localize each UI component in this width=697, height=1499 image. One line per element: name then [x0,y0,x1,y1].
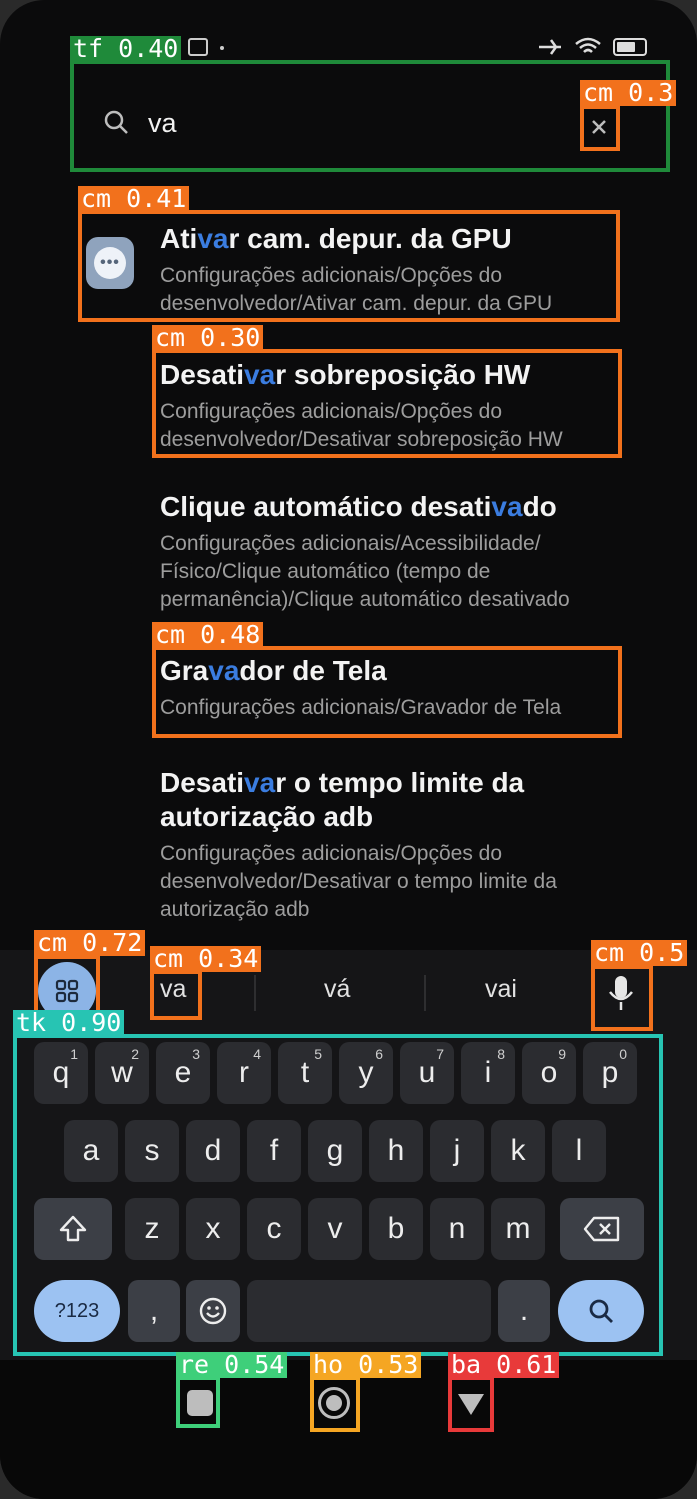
result-path: Configurações adicionais/Gravador de Tel… [160,696,562,719]
result-title: Gravador de Tela [160,655,387,686]
key-h[interactable]: h [369,1120,423,1182]
overlay-label: cm 0.5 [591,940,688,966]
key-g[interactable]: g [308,1120,362,1182]
key-a[interactable]: a [64,1120,118,1182]
key-c[interactable]: c [247,1198,301,1260]
navigation-bar [0,1360,697,1499]
result-title: Desativar o tempo limite da autorização … [160,767,525,832]
key-b[interactable]: b [369,1198,423,1260]
overlay-label: cm 0.48 [152,622,264,648]
more-settings-icon: ••• [86,237,134,289]
key-p[interactable]: p0 [583,1042,637,1104]
wifi-icon [575,37,601,53]
period-key[interactable]: . [498,1280,550,1342]
key-v[interactable]: v [308,1198,362,1260]
overlay-label: cm 0.30 [152,325,264,351]
overlay-label: tf 0.40 [70,36,182,62]
key-d[interactable]: d [186,1120,240,1182]
overlay-label: cm 0.34 [150,946,262,972]
home-icon[interactable] [318,1387,350,1419]
dot-icon [220,46,224,50]
divider [424,975,426,1011]
search-icon [104,110,128,134]
back-icon[interactable] [456,1390,486,1418]
result-path: Configurações adicionais/Opções do desen… [160,264,553,315]
key-t[interactable]: t5 [278,1042,332,1104]
overlay-label: cm 0.41 [78,186,190,212]
search-result[interactable]: Desativar sobreposição HW Configurações … [160,358,630,454]
result-path: Configurações adicionais/Opções do desen… [160,400,563,451]
key-o[interactable]: o9 [522,1042,576,1104]
emoji-key[interactable] [186,1280,240,1342]
keyboard: q1 w2 e3 r4 t5 y6 u7 i8 o9 p0 a s d f g … [0,1032,697,1362]
shift-key[interactable] [34,1198,112,1260]
overlay-label: ho 0.53 [310,1352,422,1378]
recents-icon[interactable] [187,1390,213,1416]
result-path: Configurações adicionais/Opções do desen… [160,842,557,921]
overlay-label: tk 0.90 [13,1010,125,1036]
symbols-key[interactable]: ?123 [34,1280,120,1342]
key-x[interactable]: x [186,1198,240,1260]
search-result[interactable]: Gravador de Tela Configurações adicionai… [160,654,630,722]
search-field[interactable]: va [76,74,662,172]
overlay-label: ba 0.61 [448,1352,560,1378]
battery-icon [613,38,647,56]
backspace-icon [583,1216,620,1242]
result-title: Ativar cam. depur. da GPU [160,223,512,254]
key-z[interactable]: z [125,1198,179,1260]
key-i[interactable]: i8 [461,1042,515,1104]
backspace-key[interactable] [560,1198,644,1260]
key-s[interactable]: s [125,1120,179,1182]
airplane-icon [539,39,561,55]
search-result[interactable]: Ativar cam. depur. da GPU Configurações … [160,222,630,318]
phone-screen: va ••• Ativar cam. depur. da GPU Configu… [0,0,697,1499]
overlay-label: cm 0.3 [580,80,677,106]
search-result[interactable]: Clique automático desativado Configuraçõ… [160,490,630,614]
emoji-icon [199,1297,227,1325]
key-r[interactable]: r4 [217,1042,271,1104]
suggestion-item[interactable]: vá [324,975,350,1004]
key-u[interactable]: u7 [400,1042,454,1104]
key-f[interactable]: f [247,1120,301,1182]
divider [254,975,256,1011]
notification-icon [188,38,208,56]
key-y[interactable]: y6 [339,1042,393,1104]
overlay-label: re 0.54 [176,1352,288,1378]
result-title: Clique automático desativado [160,491,557,522]
key-w[interactable]: w2 [95,1042,149,1104]
key-q[interactable]: q1 [34,1042,88,1104]
search-key[interactable] [558,1280,644,1342]
key-m[interactable]: m [491,1198,545,1260]
search-input[interactable]: va [148,108,177,139]
status-right [537,36,647,58]
key-k[interactable]: k [491,1120,545,1182]
microphone-icon[interactable] [603,972,639,1016]
close-icon[interactable] [586,114,612,140]
key-e[interactable]: e3 [156,1042,210,1104]
key-j[interactable]: j [430,1120,484,1182]
comma-key[interactable]: , [128,1280,180,1342]
search-result[interactable]: Desativar o tempo limite da autorização … [160,766,630,924]
search-icon [589,1299,613,1323]
overlay-label: cm 0.72 [34,930,146,956]
result-path: Configurações adicionais/Acessibilidade/… [160,532,570,611]
key-n[interactable]: n [430,1198,484,1260]
shift-icon [59,1215,87,1242]
result-title: Desativar sobreposição HW [160,359,531,390]
space-key[interactable] [247,1280,491,1342]
suggestion-item[interactable]: vai [485,975,517,1004]
suggestion-item[interactable]: va [160,975,186,1004]
key-l[interactable]: l [552,1120,606,1182]
